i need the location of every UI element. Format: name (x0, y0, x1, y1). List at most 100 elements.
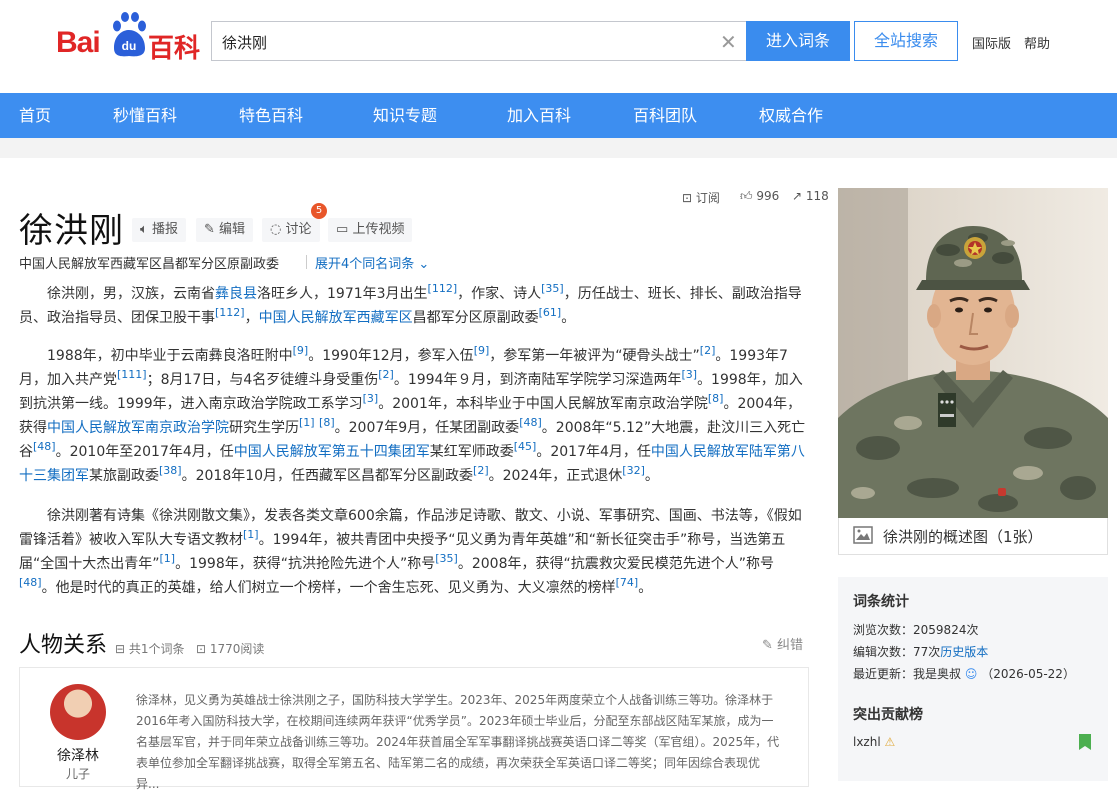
citation[interactable]: [48] (33, 440, 56, 453)
image-icon (853, 526, 873, 544)
nav-item-cooperation[interactable]: 权威合作 (759, 93, 823, 138)
relation-description: 徐泽林，见义勇为英雄战士徐洪刚之子，国防科技大学学生。2023年、2025年两度… (136, 693, 780, 791)
relations-reads-count: ⊡ 1770阅读 (196, 642, 265, 656)
logo-du-text: du (122, 39, 137, 53)
updated-row: 最近更新：我是奥叔 ☺ （2026-05-22） (853, 667, 1075, 681)
enter-entry-button[interactable]: 进入词条 (746, 21, 850, 61)
intl-link[interactable]: 国际版 (972, 33, 1011, 52)
pencil-icon: ✎ (204, 222, 215, 237)
relations-entries-count: ⊟ 共1个词条 (115, 642, 185, 656)
discuss-count-badge: 5 (311, 203, 327, 219)
link-xizang-military[interactable]: 中国人民解放军西藏军区 (259, 310, 413, 326)
photo-caption[interactable]: 徐洪刚的概述图（1张） (838, 518, 1108, 555)
citation[interactable]: [1] (160, 552, 176, 565)
entry-subtitle: 中国人民解放军西藏军区昌都军分区原副政委 (19, 257, 280, 272)
link-54th-group-army[interactable]: 中国人民解放军第五十四集团军 (234, 444, 430, 460)
nav-item-miaodong[interactable]: 秒懂百科 (113, 93, 177, 138)
same-name-entries-link[interactable]: 展开4个同名词条 ⌄ (315, 253, 429, 272)
citation[interactable]: [2] (473, 464, 489, 477)
history-link[interactable]: 历史版本 (940, 645, 988, 659)
contributors-heading: 突出贡献榜 (853, 707, 923, 723)
site-header: Bai du 百科 徐洪刚 ✕ 进入词条 全站搜索 国际版 帮助 (0, 0, 1117, 93)
link-nanjing-political-college[interactable]: 中国人民解放军南京政治学院 (47, 420, 229, 436)
divider (306, 255, 307, 269)
views-row: 浏览次数：2059824次 (853, 623, 979, 637)
avatar[interactable] (50, 684, 106, 740)
nav-item-home[interactable]: 首页 (19, 93, 51, 138)
soldier-portrait-image (838, 188, 1108, 518)
edits-row: 编辑次数：77次历史版本 (853, 645, 989, 659)
pencil-icon: ✎ (762, 638, 773, 653)
citation[interactable]: [45] (514, 440, 537, 453)
citation[interactable]: [1] (299, 416, 315, 429)
user-level-icon: ☺ (964, 667, 978, 681)
stats-heading: 词条统计 (853, 594, 909, 610)
citation[interactable]: [35] (435, 552, 458, 565)
citation[interactable]: [8] (319, 416, 335, 429)
relation-person-name[interactable]: 徐泽林 (57, 745, 99, 765)
help-link[interactable]: 帮助 (1024, 33, 1050, 52)
main-nav: 首页 秒懂百科 特色百科 知识专题 加入百科 百科团队 权威合作 (0, 93, 1117, 138)
search-input[interactable]: 徐洪刚 ✕ (211, 21, 746, 61)
citation[interactable]: [48] (19, 576, 42, 589)
upload-video-button[interactable]: ▭ 上传视频 (328, 218, 413, 242)
nav-item-topics[interactable]: 知识专题 (373, 93, 437, 138)
subscribe-button[interactable]: ⊡ 订阅 (682, 189, 720, 206)
bookmark-icon: ⊡ (682, 191, 693, 205)
contributor-row: lxzhl ⚠ (853, 735, 895, 749)
book-icon: ⊡ (196, 642, 207, 656)
citation[interactable]: [111] (117, 368, 147, 381)
baike-logo[interactable]: Bai du 百科 (56, 12, 201, 64)
nav-strip (0, 138, 1117, 158)
broadcast-button[interactable]: 🔈︎ 播报 (132, 218, 186, 242)
relations-heading: 人物关系 (19, 633, 108, 658)
list-icon: ⊟ (115, 642, 126, 656)
nav-item-team[interactable]: 百科团队 (633, 93, 697, 138)
site-search-button[interactable]: 全站搜索 (854, 21, 958, 61)
relation-person-role: 儿子 (66, 767, 91, 781)
citation[interactable]: [3] (363, 392, 379, 405)
citation[interactable]: [112] (215, 306, 245, 319)
video-icon: ▭ (336, 222, 349, 237)
citation[interactable]: [38] (159, 464, 182, 477)
logo-baike-text: 百科 (148, 34, 201, 64)
citation[interactable]: [61] (539, 306, 562, 319)
citation[interactable]: [3] (681, 368, 697, 381)
speaker-icon: 🔈︎ (140, 222, 148, 237)
discuss-button[interactable]: ◌ 讨论 (262, 218, 320, 242)
summary-paragraph-3: 徐洪刚著有诗集《徐洪刚散文集》，发表各类文章600余篇，作品涉足诗歌、散文、小说… (19, 508, 802, 596)
citation[interactable]: [9] (293, 344, 309, 357)
contributor-link[interactable]: lxzhl (853, 735, 881, 749)
updated-user-link[interactable]: 我是奥叔 (913, 667, 961, 681)
share-icon: ↗ (792, 189, 803, 203)
clear-icon[interactable]: ✕ (720, 30, 737, 54)
share-button[interactable]: ↗ 118 (792, 189, 829, 203)
warning-badge-icon: ⚠ (884, 735, 896, 749)
page-title: 徐洪刚 (19, 211, 124, 251)
citation[interactable]: [32] (622, 464, 645, 477)
nav-item-join[interactable]: 加入百科 (507, 93, 571, 138)
citation[interactable]: [1] (243, 528, 259, 541)
citation[interactable]: [35] (541, 282, 564, 295)
like-button[interactable]: 👍︎ 996 (740, 189, 779, 204)
bookmark-ribbon-icon (1079, 734, 1091, 750)
logo-bai-text: Bai (56, 26, 101, 59)
correct-button[interactable]: ✎ 纠错 (762, 634, 803, 653)
link-yiliang[interactable]: 彝良县 (215, 286, 257, 302)
edit-button[interactable]: ✎ 编辑 (196, 218, 254, 242)
citation[interactable]: [8] (708, 392, 724, 405)
search-query: 徐洪刚 (222, 34, 268, 52)
citation[interactable]: [48] (519, 416, 542, 429)
citation[interactable]: [112] (428, 282, 458, 295)
citation[interactable]: [74] (616, 576, 639, 589)
paw-logo-icon: du (113, 12, 146, 57)
citation[interactable]: [2] (700, 344, 716, 357)
citation[interactable]: [9] (474, 344, 490, 357)
nav-item-featured[interactable]: 特色百科 (239, 93, 303, 138)
citation[interactable]: [2] (378, 368, 394, 381)
thumb-up-icon: 👍︎ (740, 189, 753, 203)
summary-photo[interactable] (838, 188, 1108, 518)
summary-paragraph-2: 1988年，初中毕业于云南彝良洛旺附中[9]。1990年12月，参军入伍[9]，… (19, 344, 806, 484)
chevron-down-icon: ⌄ (418, 257, 430, 272)
entry-stats-panel: 词条统计 浏览次数：2059824次 编辑次数：77次历史版本 最近更新：我是奥… (838, 577, 1108, 781)
